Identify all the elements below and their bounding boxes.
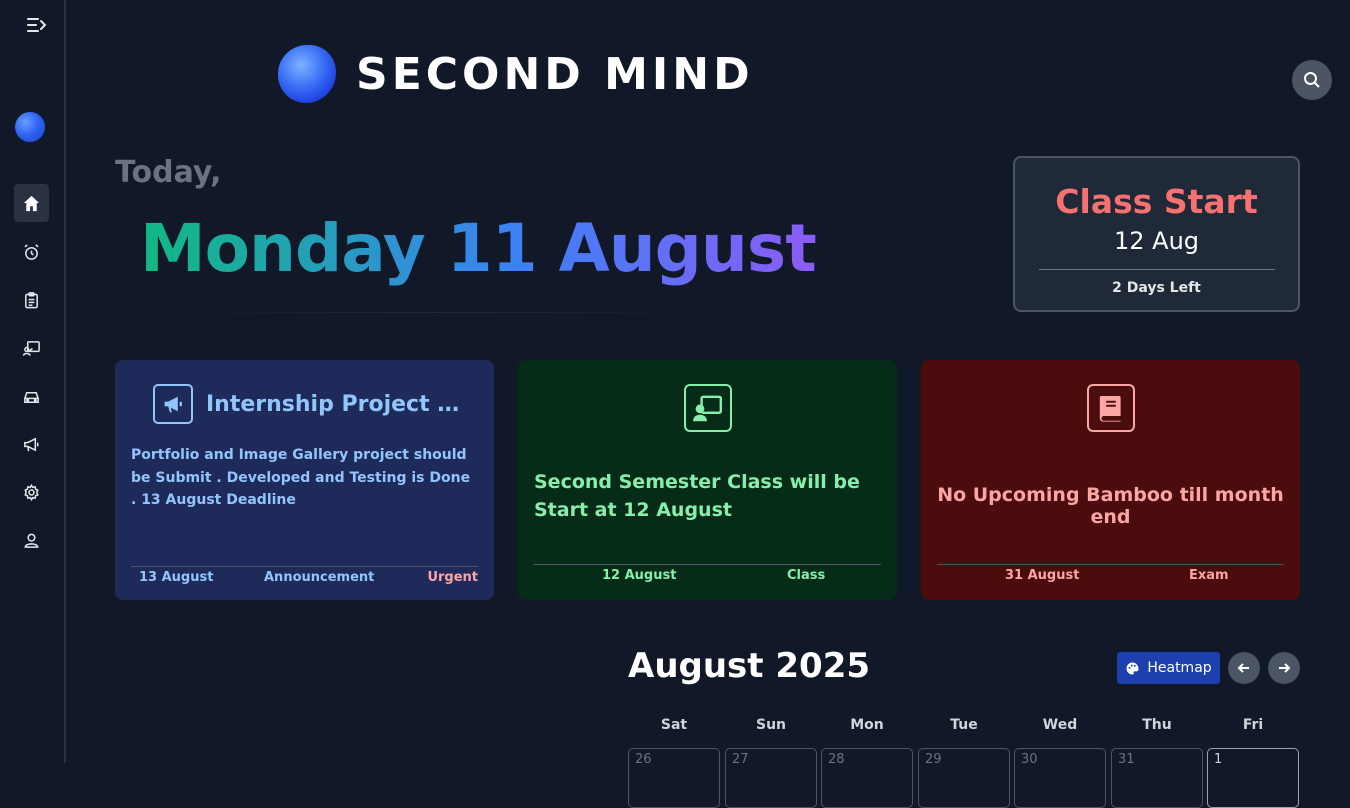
- sidebar-toggle-icon[interactable]: [25, 16, 49, 38]
- countdown-remaining: 2 Days Left: [1112, 280, 1201, 296]
- sidebar: [0, 0, 66, 763]
- logo-orb-icon: [278, 45, 336, 103]
- card-footer: 12 August Class: [534, 564, 881, 588]
- card-description: Portfolio and Image Gallery project shou…: [131, 447, 471, 508]
- notice-card-internship[interactable]: Internship Project S... Portfolio and Im…: [115, 360, 494, 600]
- megaphone-icon: [153, 384, 193, 424]
- calendar-day[interactable]: 1: [1207, 748, 1299, 808]
- sidebar-item-transport[interactable]: [14, 377, 49, 415]
- chalkboard-teacher-icon: [22, 340, 40, 356]
- current-day: 11: [446, 210, 537, 287]
- calendar-day[interactable]: 29: [918, 748, 1010, 808]
- gear-icon: [24, 483, 39, 501]
- arrow-left-icon: [1237, 663, 1249, 673]
- card-date: 31 August: [1005, 568, 1080, 583]
- countdown-card[interactable]: Class Start 12 Aug 2 Days Left: [1013, 156, 1300, 312]
- day-number: 28: [828, 752, 845, 767]
- search-icon: [1304, 72, 1320, 88]
- calendar-title: August 2025: [628, 646, 871, 686]
- home-icon: [23, 195, 40, 211]
- card-date: 12 August: [602, 568, 677, 583]
- day-number: 27: [732, 752, 749, 767]
- sidebar-item-settings[interactable]: [14, 473, 49, 511]
- card-priority-badge: Urgent: [427, 570, 478, 585]
- current-weekday: Monday: [140, 210, 425, 287]
- avatar-orb[interactable]: [15, 112, 45, 142]
- weekday-header: Wed: [1042, 717, 1078, 733]
- card-category: Announcement: [264, 570, 375, 585]
- notice-card-exam[interactable]: No Upcoming Bamboo till month end 31 Aug…: [921, 360, 1300, 600]
- countdown-date: 12 Aug: [1113, 227, 1200, 255]
- divider: [140, 312, 740, 313]
- card-category: Class: [787, 568, 826, 583]
- weekday-header: Thu: [1142, 717, 1172, 733]
- current-month: August: [558, 210, 816, 287]
- card-header: Internship Project S...: [153, 384, 461, 424]
- day-number: 29: [925, 752, 942, 767]
- weekday-header: Sun: [755, 717, 787, 733]
- card-footer: 13 August Announcement Urgent: [131, 566, 478, 590]
- day-number: 31: [1118, 752, 1135, 767]
- car-icon: [24, 391, 39, 403]
- weekday-header: Tue: [950, 717, 978, 733]
- day-number: 1: [1214, 752, 1223, 767]
- megaphone-icon: [24, 437, 39, 451]
- card-description: Second Semester Class will be Start at 1…: [534, 471, 860, 521]
- notice-card-class[interactable]: Second Semester Class will be Start at 1…: [518, 360, 897, 600]
- alarm-clock-icon: [24, 243, 39, 260]
- weekday-header: Fri: [1242, 717, 1264, 733]
- chalkboard-teacher-icon: [684, 384, 732, 432]
- sidebar-item-profile[interactable]: [14, 521, 49, 559]
- weekday-header: Sat: [660, 717, 688, 733]
- arrow-right-icon: [1279, 663, 1291, 673]
- app-name: SECOND MIND: [356, 48, 754, 100]
- heatmap-button[interactable]: Heatmap: [1117, 652, 1220, 684]
- today-label: Today,: [115, 155, 222, 190]
- palette-icon: [1126, 662, 1139, 674]
- book-icon: [1087, 384, 1135, 432]
- calendar-day[interactable]: 30: [1014, 748, 1106, 808]
- sidebar-item-home[interactable]: [14, 184, 49, 222]
- calendar-day[interactable]: 31: [1111, 748, 1203, 808]
- sidebar-item-alarm[interactable]: [14, 233, 49, 271]
- clipboard-icon: [25, 291, 38, 308]
- prev-month-button[interactable]: [1228, 652, 1260, 684]
- sidebar-item-announcements[interactable]: [14, 425, 49, 463]
- day-number: 30: [1021, 752, 1038, 767]
- calendar-day[interactable]: 26: [628, 748, 720, 808]
- card-footer: 31 August Exam: [937, 564, 1284, 588]
- user-icon: [24, 533, 39, 548]
- search-button[interactable]: [1292, 60, 1332, 100]
- divider: [1038, 269, 1275, 270]
- card-category: Exam: [1189, 568, 1229, 583]
- day-number: 26: [635, 752, 652, 767]
- next-month-button[interactable]: [1268, 652, 1300, 684]
- card-title: Internship Project S...: [206, 391, 461, 417]
- countdown-title: Class Start: [1055, 182, 1258, 221]
- weekday-header: Mon: [850, 717, 884, 733]
- heatmap-label: Heatmap: [1147, 660, 1212, 676]
- app-logo[interactable]: SECOND MIND: [278, 45, 754, 103]
- calendar-day[interactable]: 27: [725, 748, 817, 808]
- current-date: Monday 11 August: [140, 210, 816, 287]
- calendar-day[interactable]: 28: [821, 748, 913, 808]
- sidebar-item-classes[interactable]: [14, 329, 49, 367]
- card-description: No Upcoming Bamboo till month end: [937, 484, 1284, 528]
- card-date: 13 August: [139, 570, 214, 585]
- sidebar-item-tasks[interactable]: [14, 281, 49, 319]
